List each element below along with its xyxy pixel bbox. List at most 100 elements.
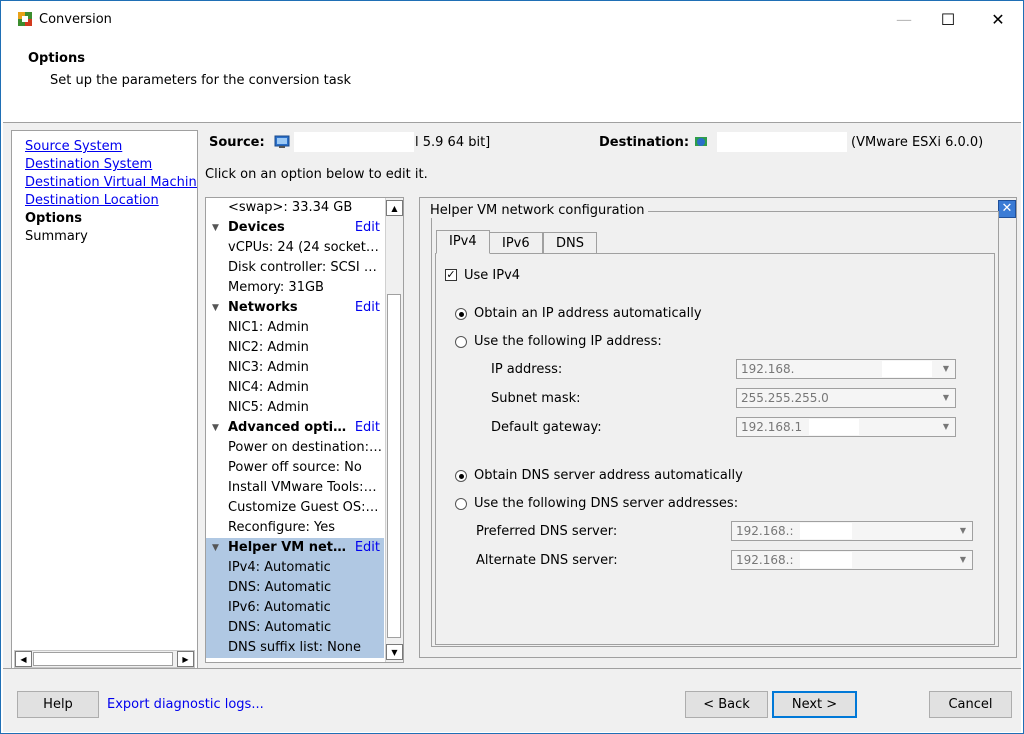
collapse-arrow-icon[interactable]: ▼ [212, 418, 219, 438]
subnet-mask-label: Subnet mask: [491, 391, 581, 406]
page-subtitle: Set up the parameters for the conversion… [50, 73, 352, 88]
summary-section-header[interactable]: ▼ Networks Edit [206, 298, 384, 318]
tab-ipv6[interactable]: IPv6 [489, 232, 543, 254]
page-title: Options [28, 51, 85, 66]
ip-address-field[interactable]: 192.168. ▼ [736, 359, 956, 379]
dns-manual-radio[interactable] [455, 498, 467, 510]
dns-auto-label: Obtain DNS server address automatically [474, 468, 743, 483]
summary-item-label: Power off source: No [228, 460, 362, 475]
chevron-down-icon: ▼ [942, 393, 950, 402]
summary-section-label: Devices [228, 220, 285, 235]
scroll-thumb[interactable] [33, 652, 173, 666]
ip-manual-radio[interactable] [455, 336, 467, 348]
summary-section-header[interactable]: ▼ Advanced opti… Edit [206, 418, 384, 438]
scroll-down-icon[interactable]: ▼ [386, 644, 403, 660]
edit-link[interactable]: Edit [355, 298, 380, 318]
use-ipv4-checkbox[interactable]: ✓ [445, 269, 457, 281]
collapse-arrow-icon[interactable]: ▼ [212, 298, 219, 318]
summary-item[interactable]: Install VMware Tools:… [206, 478, 384, 498]
summary-item[interactable]: Reconfigure: Yes [206, 518, 384, 538]
summary-item-label: Memory: 31GB [228, 280, 324, 295]
summary-item-label: IPv4: Automatic [228, 560, 331, 575]
back-button[interactable]: < Back [685, 691, 768, 718]
nav-destination-virtual-machine[interactable]: Destination Virtual Machine [12, 174, 197, 192]
chevron-down-icon: ▼ [959, 555, 967, 564]
chevron-down-icon: ▼ [942, 364, 950, 373]
summary-item[interactable]: DNS: Automatic [206, 578, 384, 598]
summary-section-label: Networks [228, 300, 298, 315]
export-diagnostic-logs-link[interactable]: Export diagnostic logs... [107, 697, 264, 712]
edit-link[interactable]: Edit [355, 538, 380, 558]
summary-item-label: DNS suffix list: None [228, 640, 362, 655]
close-panel-icon[interactable]: ✕ [998, 200, 1016, 218]
title-bar: Conversion — ☐ ✕ [1, 1, 1023, 39]
summary-section-header[interactable]: ▼ Devices Edit [206, 218, 384, 238]
summary-section-header[interactable]: ▼ Helper VM net… Edit [206, 538, 384, 558]
summary-section-label: Helper VM net… [228, 540, 347, 555]
summary-item[interactable]: Power off source: No [206, 458, 384, 478]
default-gateway-field[interactable]: 192.168.1 ▼ [736, 417, 956, 437]
summary-item-label: Reconfigure: Yes [228, 520, 336, 535]
ip-auto-radio[interactable] [455, 308, 467, 320]
page-header: Options Set up the parameters for the co… [3, 39, 1021, 123]
summary-item[interactable]: <swap>: 33.34 GB [206, 198, 384, 218]
tab-ipv4[interactable]: IPv4 [436, 230, 490, 254]
summary-item[interactable]: IPv4: Automatic [206, 558, 384, 578]
edit-link[interactable]: Edit [355, 218, 380, 238]
app-icon [17, 11, 33, 27]
summary-item[interactable]: NIC2: Admin [206, 338, 384, 358]
ip-address-label: IP address: [491, 362, 563, 377]
summary-item[interactable]: vCPUs: 24 (24 socket… [206, 238, 384, 258]
computer-icon [274, 134, 290, 154]
summary-item[interactable]: NIC1: Admin [206, 318, 384, 338]
summary-item[interactable]: Power on destination:… [206, 438, 384, 458]
minimize-button[interactable]: — [881, 1, 927, 37]
summary-item[interactable]: Memory: 31GB [206, 278, 384, 298]
nav-horizontal-scrollbar[interactable]: ◀ ▶ [14, 650, 195, 668]
next-button[interactable]: Next > [772, 691, 857, 718]
group-title: Helper VM network configuration [427, 203, 648, 218]
summary-item[interactable]: NIC3: Admin [206, 358, 384, 378]
edit-link[interactable]: Edit [355, 418, 380, 438]
close-button[interactable]: ✕ [975, 1, 1021, 37]
scroll-up-icon[interactable]: ▲ [386, 200, 403, 216]
summary-item[interactable]: Disk controller: SCSI … [206, 258, 384, 278]
summary-item[interactable]: NIC4: Admin [206, 378, 384, 398]
summary-item[interactable]: DNS: Automatic [206, 618, 384, 638]
preferred-dns-field[interactable]: 192.168.: ▼ [731, 521, 973, 541]
summary-item-label: Install VMware Tools:… [228, 480, 377, 495]
nav-source-system[interactable]: Source System [12, 138, 197, 156]
summary-item-label: vCPUs: 24 (24 socket… [228, 240, 379, 255]
summary-vertical-scrollbar[interactable]: ▲ ▼ [385, 198, 403, 662]
nav-destination-location[interactable]: Destination Location [12, 192, 197, 210]
nav-destination-system[interactable]: Destination System [12, 156, 197, 174]
summary-item[interactable]: Customize Guest OS:… [206, 498, 384, 518]
preferred-dns-label: Preferred DNS server: [476, 524, 618, 539]
summary-item[interactable]: IPv6: Automatic [206, 598, 384, 618]
summary-item-label: NIC1: Admin [228, 320, 309, 335]
subnet-mask-field[interactable]: 255.255.255.0 ▼ [736, 388, 956, 408]
ip-manual-label: Use the following IP address: [474, 334, 662, 349]
scroll-thumb[interactable] [387, 294, 401, 638]
options-summary-list[interactable]: <swap>: 33.34 GB ▼ Devices Edit vCPUs: 24 (2… [205, 197, 404, 663]
collapse-arrow-icon[interactable]: ▼ [212, 538, 219, 558]
summary-item-label: Disk controller: SCSI … [228, 260, 377, 275]
summary-item[interactable]: NIC5: Admin [206, 398, 384, 418]
alternate-dns-field[interactable]: 192.168.: ▼ [731, 550, 973, 570]
dns-auto-radio[interactable] [455, 470, 467, 482]
maximize-button[interactable]: ☐ [925, 1, 971, 37]
cancel-button[interactable]: Cancel [929, 691, 1012, 718]
tab-dns[interactable]: DNS [543, 232, 597, 254]
summary-item-label: NIC5: Admin [228, 400, 309, 415]
nav-summary: Summary [25, 229, 88, 244]
summary-item[interactable]: DNS suffix list: None [206, 638, 384, 658]
nav-options: Options [25, 211, 82, 226]
collapse-arrow-icon[interactable]: ▼ [212, 218, 219, 238]
scroll-left-icon[interactable]: ◀ [15, 651, 32, 667]
scroll-right-icon[interactable]: ▶ [177, 651, 194, 667]
source-name-mask [294, 132, 414, 152]
help-button[interactable]: Help [17, 691, 99, 718]
chevron-down-icon: ▼ [942, 422, 950, 431]
conversion-window: Conversion — ☐ ✕ Options Set up the para… [0, 0, 1024, 734]
summary-item-label: NIC2: Admin [228, 340, 309, 355]
